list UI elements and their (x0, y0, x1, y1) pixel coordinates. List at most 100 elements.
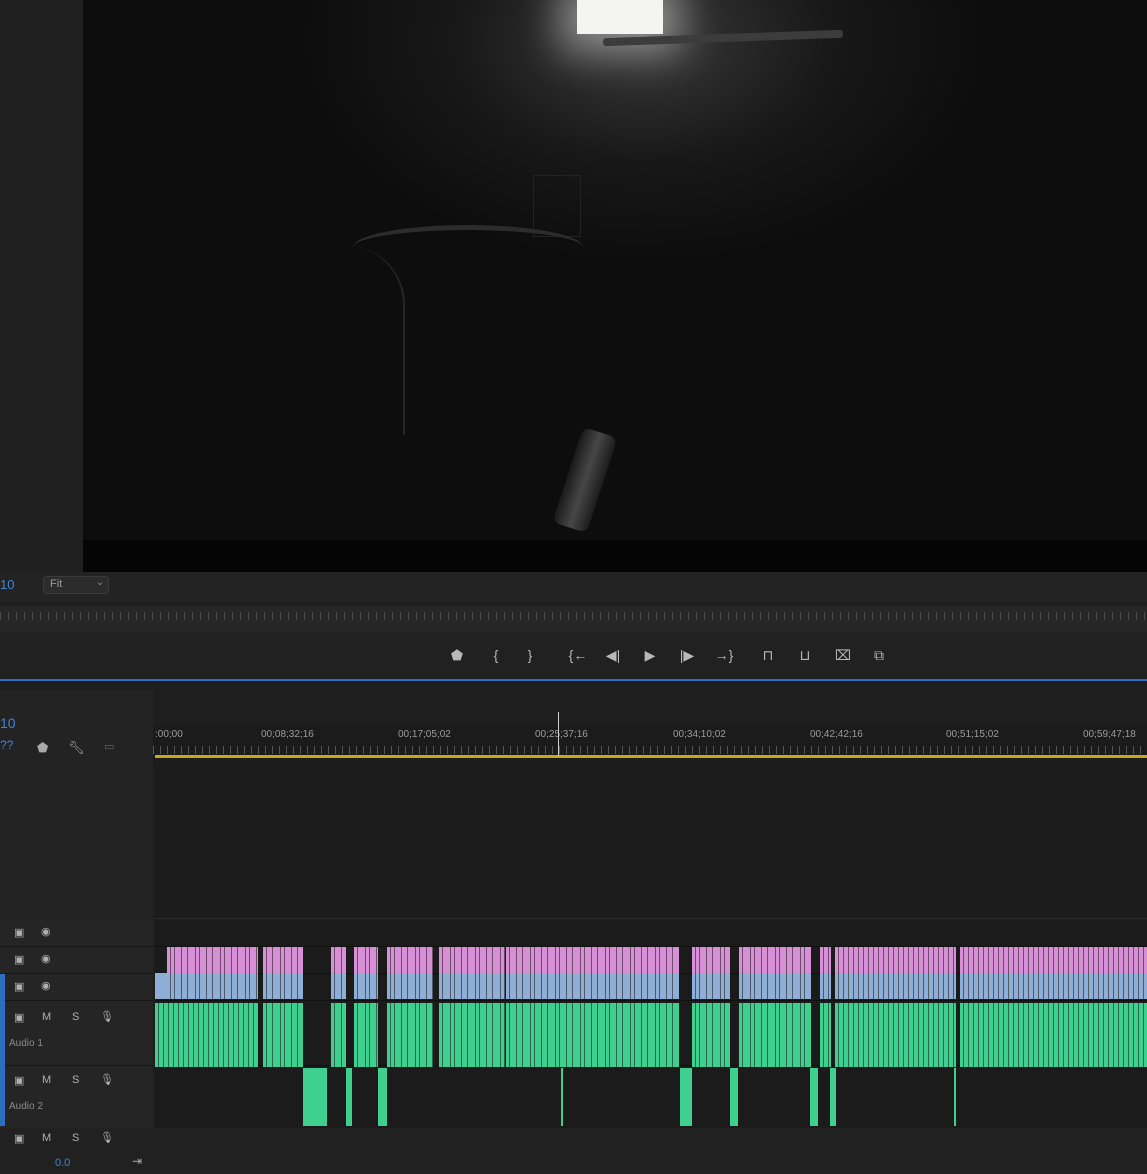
video-clip-v1[interactable] (331, 973, 346, 999)
audio-clip[interactable] (331, 1003, 346, 1067)
wrench-icon[interactable]: 🔧︎ (68, 740, 85, 756)
audio-clip-a2[interactable] (346, 1068, 352, 1126)
clip-edit-line (1098, 947, 1099, 999)
audio-clip[interactable] (439, 1003, 505, 1067)
audio-clip[interactable] (820, 1003, 831, 1067)
play-button[interactable]: ▶ (639, 645, 661, 665)
work-area-bar[interactable] (155, 755, 1147, 758)
eye-icon[interactable]: ◉ (41, 952, 51, 965)
film-icon[interactable]: ▣ (14, 926, 24, 939)
track-name-audio-2[interactable]: Audio 2 (9, 1101, 43, 1112)
comparison-view-button[interactable]: ⧉ (868, 645, 890, 665)
clip-edit-line (297, 1003, 298, 1067)
clip-edit-line (522, 1003, 523, 1067)
mute-button[interactable]: M (42, 1132, 51, 1144)
video-preview[interactable] (83, 0, 1147, 540)
film-icon[interactable]: ▣ (14, 1132, 24, 1145)
video-clip-v1[interactable] (155, 973, 167, 999)
track-target-indicator[interactable] (0, 974, 5, 1126)
video-clip-v1[interactable] (820, 973, 831, 999)
audio-clip-a2[interactable] (954, 1068, 956, 1126)
timeline-clips[interactable] (155, 920, 1147, 1128)
clip-edit-line (509, 1003, 510, 1067)
clip-edit-line (630, 1003, 631, 1067)
comparison-icon: ⧉ (874, 647, 884, 663)
track-header-v1: ▣ ◉ (0, 974, 153, 1001)
clip-edit-line (233, 1003, 234, 1067)
step-back-button[interactable]: ◀| (602, 645, 624, 665)
go-to-out-button[interactable]: →} (711, 645, 737, 665)
clip-edit-line (530, 1003, 531, 1067)
monitor-scrub-ruler[interactable] (0, 606, 1147, 632)
step-forward-button[interactable]: |▶ (676, 645, 698, 665)
clip-edit-line (432, 1003, 433, 1067)
video-clip-v2[interactable] (439, 947, 505, 973)
mute-button[interactable]: M (42, 1074, 51, 1086)
video-clip-v2[interactable] (820, 947, 831, 973)
fit-zoom-select[interactable]: Fit ⌄ (43, 576, 109, 594)
audio-clip-a2[interactable] (730, 1068, 738, 1126)
clip-edit-line (903, 947, 904, 999)
video-clip-v2[interactable] (331, 947, 346, 973)
eye-icon[interactable]: ◉ (41, 979, 51, 992)
clip-edit-line (170, 947, 171, 999)
video-clip-v1[interactable] (439, 973, 505, 999)
clip-edit-line (168, 1003, 169, 1067)
microphone-icon[interactable]: 🎙︎ (100, 1073, 114, 1086)
monitor-timecode[interactable]: 10 (0, 577, 14, 592)
playhead[interactable] (558, 712, 559, 756)
microphone-icon[interactable]: 🎙︎ (100, 1131, 114, 1144)
clip-edit-line (742, 947, 743, 999)
microphone-icon[interactable]: 🎙︎ (100, 1010, 114, 1023)
add-marker-button[interactable]: ⬟ (446, 645, 468, 665)
audio-clip-a2[interactable] (378, 1068, 387, 1126)
audio-clip[interactable] (155, 1003, 258, 1067)
clip-edit-line (858, 947, 859, 999)
film-icon[interactable]: ▣ (14, 1011, 24, 1024)
audio-clip-a2[interactable] (680, 1068, 692, 1126)
mark-out-button[interactable]: } (519, 645, 541, 665)
export-frame-button[interactable]: ⌧ (832, 645, 854, 665)
clip-edit-line (1013, 1003, 1014, 1067)
mute-button[interactable]: M (42, 1011, 51, 1023)
empty-track-area[interactable] (155, 766, 1147, 919)
clip-edit-line (918, 947, 919, 999)
clip-edit-line (792, 1003, 793, 1067)
audio-clip-a2[interactable] (830, 1068, 836, 1126)
timeline-timecode[interactable]: 10 (0, 715, 16, 731)
audio-clip[interactable] (506, 1003, 679, 1067)
clip-edit-line (823, 947, 824, 999)
clip-edit-line (973, 1003, 974, 1067)
film-icon[interactable]: ▣ (14, 1074, 24, 1087)
master-volume-value[interactable]: 0.0 (55, 1157, 70, 1169)
video-clip-v1[interactable] (506, 973, 679, 999)
clip-edit-line (622, 947, 623, 999)
solo-button[interactable]: S (72, 1011, 79, 1023)
audio-clip-a2[interactable] (561, 1068, 563, 1126)
video-clip-v2[interactable] (506, 947, 679, 973)
extract-button[interactable]: ⊔ (794, 645, 816, 665)
mark-in-button[interactable]: { (485, 645, 507, 665)
clip-edit-line (1103, 1003, 1104, 1067)
clip-edit-line (933, 1003, 934, 1067)
go-to-in-button[interactable]: {← (565, 645, 591, 665)
solo-button[interactable]: S (72, 1074, 79, 1086)
film-icon[interactable]: ▣ (14, 980, 24, 993)
clip-edit-line (786, 947, 787, 999)
go-to-end-icon[interactable]: ⇥ (132, 1154, 142, 1168)
clip-edit-line (1128, 1003, 1129, 1067)
lift-button[interactable]: ⊓ (757, 645, 779, 665)
clip-edit-line (963, 947, 964, 999)
clip-edit-line (706, 947, 707, 999)
solo-button[interactable]: S (72, 1132, 79, 1144)
eye-icon[interactable]: ◉ (41, 925, 51, 938)
captions-icon[interactable]: ▭ (104, 740, 114, 753)
clip-edit-line (641, 1003, 642, 1067)
audio-clip-a2[interactable] (810, 1068, 818, 1126)
clip-edit-line (742, 1003, 743, 1067)
film-icon[interactable]: ▣ (14, 953, 24, 966)
add-marker-icon[interactable]: ⬟ (37, 740, 48, 756)
track-name-audio-1[interactable]: Audio 1 (9, 1038, 43, 1049)
clip-edit-line (237, 947, 238, 999)
audio-clip-a2[interactable] (303, 1068, 327, 1126)
